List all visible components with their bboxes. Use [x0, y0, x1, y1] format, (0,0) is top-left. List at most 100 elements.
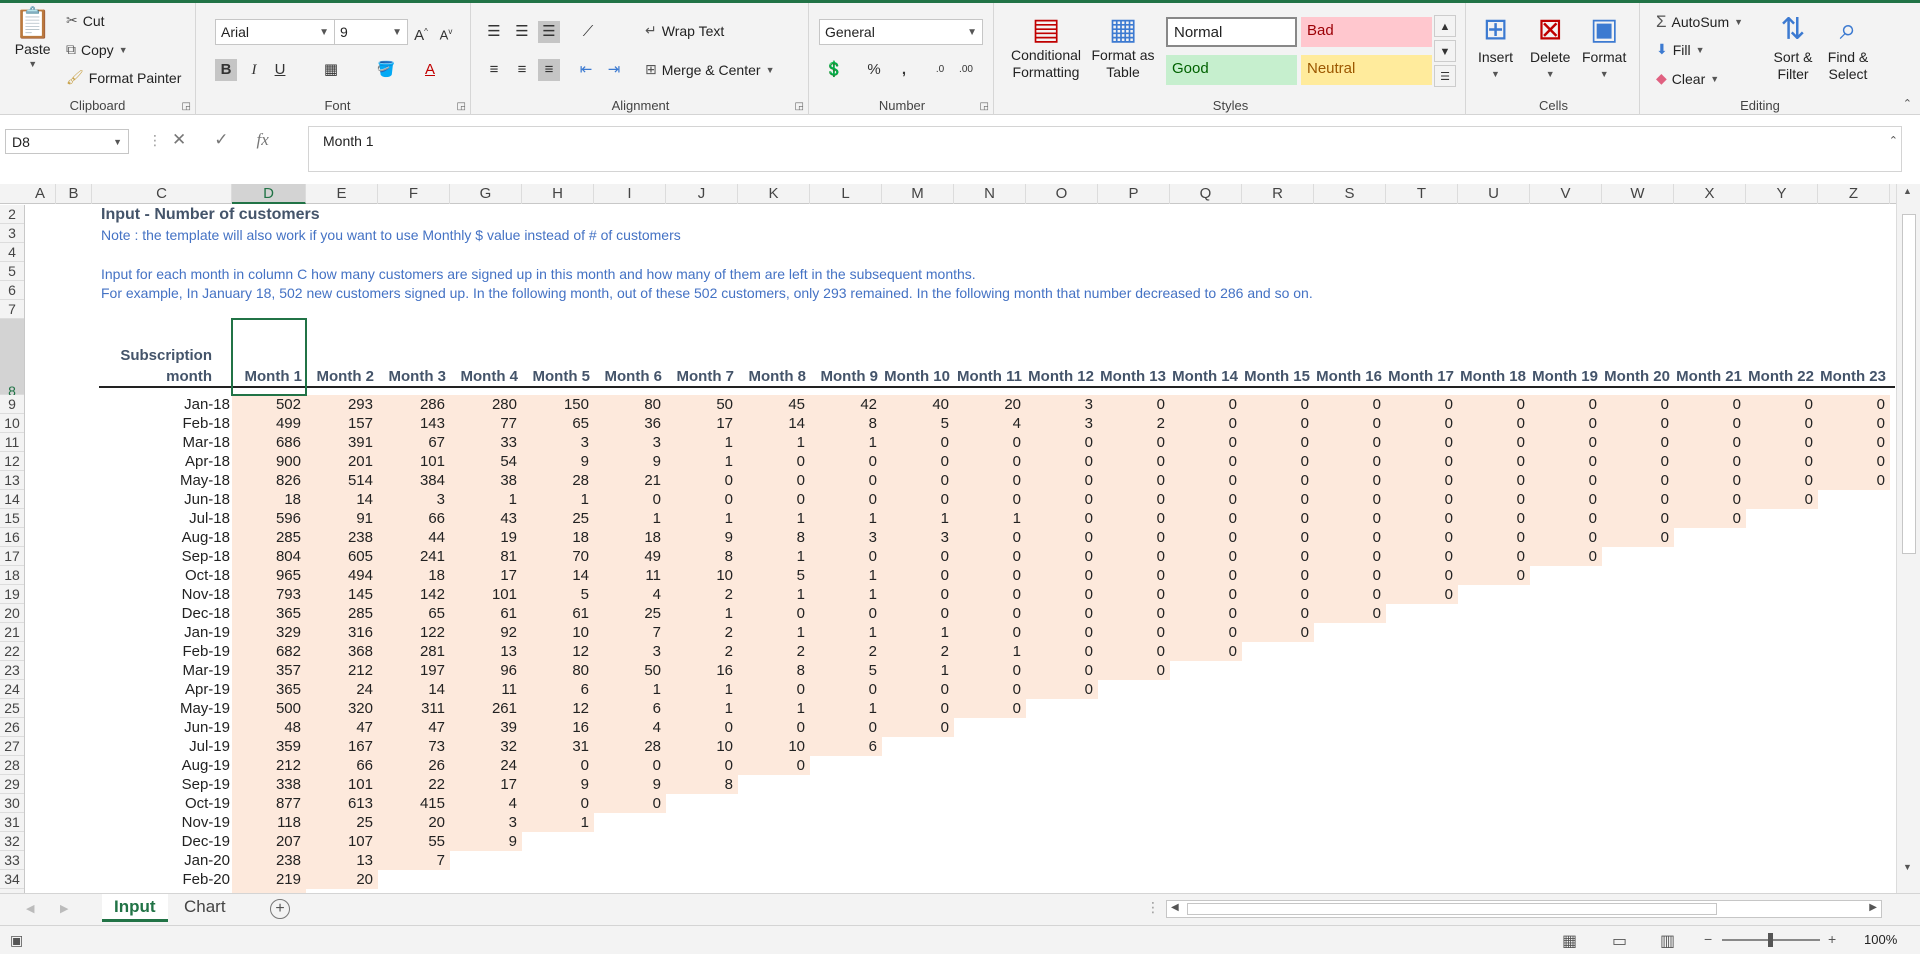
- data-cell[interactable]: 0: [1386, 471, 1458, 490]
- subscription-month-cell[interactable]: Oct-19: [92, 794, 230, 813]
- name-box[interactable]: D8 ▼: [5, 129, 129, 154]
- data-cell[interactable]: 238: [232, 851, 306, 870]
- data-cell[interactable]: 6: [522, 680, 594, 699]
- data-cell[interactable]: 0: [1458, 471, 1530, 490]
- data-cell[interactable]: 0: [810, 452, 882, 471]
- data-cell[interactable]: 0: [1530, 433, 1602, 452]
- merge-center-button[interactable]: ⊞ Merge & Center ▼: [645, 61, 774, 78]
- row-header-11[interactable]: 11: [0, 433, 24, 452]
- column-header-h[interactable]: H: [522, 184, 594, 204]
- data-cell[interactable]: 55: [378, 832, 450, 851]
- data-cell[interactable]: 0: [1170, 490, 1242, 509]
- data-cell[interactable]: 0: [594, 490, 666, 509]
- subscription-month-cell[interactable]: Jan-20: [92, 851, 230, 870]
- data-cell[interactable]: 0: [882, 718, 954, 737]
- data-cell[interactable]: 4: [594, 585, 666, 604]
- data-cell[interactable]: 20: [306, 870, 378, 889]
- data-cell[interactable]: 0: [1674, 395, 1746, 414]
- data-cell[interactable]: 0: [1026, 528, 1098, 547]
- data-cell[interactable]: 0: [1314, 490, 1386, 509]
- data-cell[interactable]: 0: [1746, 490, 1818, 509]
- month-header[interactable]: Month 23: [1818, 368, 1886, 385]
- data-cell[interactable]: 3: [522, 433, 594, 452]
- row-header-13[interactable]: 13: [0, 471, 24, 490]
- data-cell[interactable]: 14: [378, 680, 450, 699]
- fill-color-icon[interactable]: 🪣: [375, 59, 397, 81]
- page-layout-icon[interactable]: ▭: [1612, 931, 1627, 951]
- comma-button[interactable]: ,: [893, 59, 915, 81]
- column-header-r[interactable]: R: [1242, 184, 1314, 204]
- vertical-scroll-thumb[interactable]: [1902, 214, 1916, 554]
- data-cell[interactable]: 0: [1026, 604, 1098, 623]
- data-cell[interactable]: 1: [666, 604, 738, 623]
- data-cell[interactable]: 0: [1314, 395, 1386, 414]
- row-header-2[interactable]: 2: [0, 205, 24, 224]
- column-header-u[interactable]: U: [1458, 184, 1530, 204]
- expand-formula-icon[interactable]: ⌃: [1889, 134, 1898, 147]
- data-cell[interactable]: 11: [594, 566, 666, 585]
- data-cell[interactable]: 24: [450, 756, 522, 775]
- data-cell[interactable]: 3: [594, 433, 666, 452]
- row-header-7[interactable]: 7: [0, 300, 24, 319]
- data-cell[interactable]: 0: [1602, 414, 1674, 433]
- dialog-launcher-icon[interactable]: ◲: [457, 101, 466, 112]
- row-header-25[interactable]: 25: [0, 699, 24, 718]
- data-cell[interactable]: 365: [232, 604, 306, 623]
- data-cell[interactable]: 0: [1242, 414, 1314, 433]
- subscription-month-cell[interactable]: Oct-18: [92, 566, 230, 585]
- data-cell[interactable]: 1: [594, 509, 666, 528]
- data-cell[interactable]: 0: [1026, 490, 1098, 509]
- data-cell[interactable]: 44: [378, 528, 450, 547]
- data-cell[interactable]: 101: [450, 585, 522, 604]
- row-header-17[interactable]: 17: [0, 547, 24, 566]
- data-cell[interactable]: 96: [450, 661, 522, 680]
- delete-button[interactable]: ⊠ Delete ▼: [1530, 15, 1570, 80]
- row-header-26[interactable]: 26: [0, 718, 24, 737]
- subscription-month-cell[interactable]: Dec-19: [92, 832, 230, 851]
- data-cell[interactable]: 0: [1602, 433, 1674, 452]
- align-bottom-icon[interactable]: ☰: [538, 21, 560, 43]
- data-cell[interactable]: 0: [1602, 509, 1674, 528]
- subscription-month-cell[interactable]: Mar-19: [92, 661, 230, 680]
- data-cell[interactable]: 0: [1026, 680, 1098, 699]
- data-cell[interactable]: 0: [882, 547, 954, 566]
- month-header[interactable]: Month 20: [1602, 368, 1670, 385]
- data-cell[interactable]: 5: [738, 566, 810, 585]
- data-cell[interactable]: 0: [1098, 642, 1170, 661]
- data-cell[interactable]: 20: [954, 395, 1026, 414]
- data-cell[interactable]: 2: [666, 642, 738, 661]
- data-cell[interactable]: 39: [450, 718, 522, 737]
- clear-button[interactable]: ◆ Clear ▼: [1656, 70, 1719, 87]
- data-cell[interactable]: 0: [1026, 566, 1098, 585]
- data-cell[interactable]: 0: [1458, 566, 1530, 585]
- column-header-n[interactable]: N: [954, 184, 1026, 204]
- italic-button[interactable]: I: [243, 59, 265, 81]
- scroll-down-icon[interactable]: ▼: [1903, 862, 1912, 872]
- zoom-level[interactable]: 100%: [1864, 932, 1897, 947]
- data-cell[interactable]: 20: [378, 813, 450, 832]
- data-cell[interactable]: 613: [306, 794, 378, 813]
- data-cell[interactable]: 1: [738, 585, 810, 604]
- data-cell[interactable]: 0: [954, 547, 1026, 566]
- data-cell[interactable]: 0: [1170, 642, 1242, 661]
- row-header-28[interactable]: 28: [0, 756, 24, 775]
- data-cell[interactable]: 0: [1242, 566, 1314, 585]
- data-cell[interactable]: 61: [450, 604, 522, 623]
- data-cell[interactable]: 0: [1242, 623, 1314, 642]
- data-cell[interactable]: 0: [1026, 509, 1098, 528]
- data-cell[interactable]: 0: [1026, 661, 1098, 680]
- align-center-icon[interactable]: ≡: [511, 59, 533, 81]
- data-cell[interactable]: 16: [666, 661, 738, 680]
- row-header-31[interactable]: 31: [0, 813, 24, 832]
- data-cell[interactable]: 77: [450, 414, 522, 433]
- data-cell[interactable]: 0: [1386, 509, 1458, 528]
- orientation-icon[interactable]: ⟋: [577, 21, 599, 43]
- data-cell[interactable]: 0: [1314, 528, 1386, 547]
- data-cell[interactable]: 24: [306, 680, 378, 699]
- data-cell[interactable]: 0: [1818, 471, 1890, 490]
- data-cell[interactable]: 0: [1386, 566, 1458, 585]
- column-header-q[interactable]: Q: [1170, 184, 1242, 204]
- collapse-ribbon-icon[interactable]: ⌃: [1903, 97, 1912, 110]
- data-cell[interactable]: 0: [954, 566, 1026, 585]
- data-cell[interactable]: 0: [1026, 623, 1098, 642]
